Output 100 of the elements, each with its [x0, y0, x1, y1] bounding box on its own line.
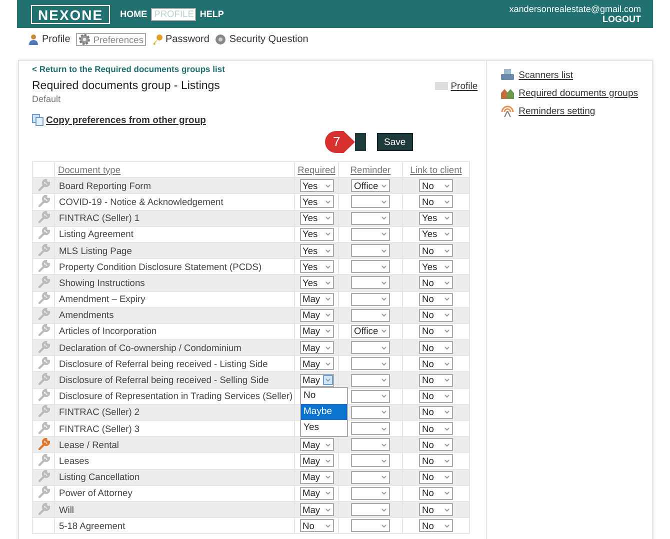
reminder-select[interactable]	[351, 406, 390, 419]
wrench-icon[interactable]	[38, 373, 50, 386]
wrench-icon[interactable]	[38, 438, 50, 450]
link-select[interactable]: No	[419, 195, 453, 208]
required-select[interactable]: May	[300, 341, 334, 354]
reminder-select[interactable]	[351, 228, 390, 241]
required-select[interactable]: Yes	[300, 195, 334, 208]
dropdown-option[interactable]: No	[300, 388, 346, 404]
link-select[interactable]: No	[419, 422, 453, 436]
wrench-icon[interactable]	[38, 389, 50, 402]
reminder-select[interactable]	[351, 212, 390, 225]
wrench-icon[interactable]	[38, 276, 50, 288]
link-select[interactable]: No	[419, 244, 453, 258]
sidebar-link[interactable]: Scanners list	[500, 69, 638, 81]
link-select[interactable]: No	[419, 438, 453, 452]
reminder-select[interactable]	[351, 390, 390, 403]
wrench-icon[interactable]	[38, 470, 50, 482]
required-select[interactable]: Yes	[300, 179, 334, 192]
required-select[interactable]: May	[300, 324, 334, 338]
required-select[interactable]: May	[300, 292, 334, 306]
wrench-icon[interactable]	[38, 340, 50, 353]
wrench-icon[interactable]	[38, 454, 50, 466]
link-select[interactable]: No	[419, 374, 453, 387]
reminder-select[interactable]	[351, 357, 390, 370]
wrench-icon[interactable]	[38, 356, 50, 369]
reminder-select[interactable]	[351, 438, 390, 452]
required-select[interactable]: May	[300, 308, 334, 322]
link-select[interactable]: No	[419, 341, 453, 354]
required-select[interactable]: May	[300, 438, 334, 452]
link-select[interactable]: No	[419, 390, 453, 403]
required-select[interactable]: May	[300, 470, 334, 484]
wrench-icon[interactable]	[38, 405, 50, 418]
link-select[interactable]: Yes	[419, 228, 453, 241]
wrench-icon[interactable]	[38, 260, 50, 272]
reminder-select[interactable]	[351, 244, 390, 258]
link-select[interactable]: No	[419, 292, 453, 306]
reminder-select[interactable]	[351, 195, 390, 208]
required-select[interactable]: No	[300, 519, 334, 532]
nav-link[interactable]: HELP	[200, 9, 224, 19]
wrench-icon[interactable]	[38, 502, 50, 515]
required-select[interactable]: May	[300, 357, 334, 370]
wrench-icon[interactable]	[38, 227, 50, 240]
reminder-select[interactable]	[351, 341, 390, 354]
logo[interactable]: NEXONE	[31, 4, 110, 24]
link-select[interactable]: No	[419, 470, 453, 484]
reminder-select[interactable]	[351, 519, 390, 532]
wrench-icon[interactable]	[38, 194, 50, 207]
save-button[interactable]: Save	[377, 133, 413, 151]
link-select[interactable]: No	[419, 486, 453, 500]
link-select[interactable]: Yes	[419, 260, 453, 274]
required-select[interactable]: May	[300, 486, 334, 500]
profile-link[interactable]: Profile	[434, 80, 478, 92]
link-select[interactable]: Yes	[419, 212, 453, 225]
reminder-select[interactable]	[351, 308, 390, 322]
wrench-icon[interactable]	[38, 292, 50, 304]
sidebar-link[interactable]: Required documents groups	[500, 87, 638, 99]
link-select[interactable]: No	[419, 357, 453, 370]
required-select[interactable]: Yes	[300, 276, 334, 290]
wrench-icon[interactable]	[38, 422, 50, 434]
link-select[interactable]: No	[419, 324, 453, 338]
reminder-select[interactable]	[351, 454, 390, 468]
dropdown-option[interactable]: Maybe	[300, 404, 346, 420]
link-select[interactable]: No	[419, 503, 453, 516]
link-select[interactable]: No	[419, 454, 453, 468]
required-select[interactable]: Yes	[300, 244, 334, 258]
nav-link[interactable]: HOME	[120, 9, 148, 19]
reminder-select[interactable]	[351, 503, 390, 516]
wrench-icon[interactable]	[38, 324, 50, 336]
copy-link[interactable]: Copy preferences from other group	[32, 114, 478, 126]
wrench-icon[interactable]	[38, 178, 50, 191]
link-select[interactable]: No	[419, 406, 453, 419]
link-select[interactable]: No	[419, 519, 453, 532]
logout-link[interactable]: LOGOUT	[602, 14, 641, 24]
column-header[interactable]: Document type	[58, 164, 121, 175]
subnav-link[interactable]: Password	[152, 33, 210, 46]
wrench-icon[interactable]	[38, 486, 50, 498]
required-select[interactable]: Yes	[300, 260, 334, 274]
required-select[interactable]: Yes	[300, 228, 334, 241]
reminder-select[interactable]	[351, 422, 390, 436]
reminder-select[interactable]	[351, 470, 390, 484]
reminder-select[interactable]	[351, 292, 390, 306]
required-select[interactable]: May	[300, 374, 334, 387]
back-link[interactable]: < Return to the Required documents groups list	[32, 64, 478, 74]
wrench-icon[interactable]	[38, 308, 50, 320]
subnav-link[interactable]: Preferences	[76, 33, 146, 46]
required-select[interactable]: Yes	[300, 212, 334, 225]
required-select[interactable]: May	[300, 454, 334, 468]
reminder-select[interactable]	[351, 486, 390, 500]
reminder-select[interactable]	[351, 260, 390, 274]
wrench-icon[interactable]	[38, 211, 50, 224]
link-select[interactable]: No	[419, 308, 453, 322]
reminder-select[interactable]	[351, 276, 390, 290]
reminder-select[interactable]: Office	[351, 179, 390, 192]
link-select[interactable]: No	[419, 179, 453, 192]
link-select[interactable]: No	[419, 276, 453, 290]
required-select[interactable]: May	[300, 503, 334, 516]
subnav-link[interactable]: Profile	[28, 33, 70, 46]
reminder-select[interactable]	[351, 374, 390, 387]
wrench-icon[interactable]	[38, 244, 50, 256]
subnav-link[interactable]: Security Question	[215, 33, 308, 46]
